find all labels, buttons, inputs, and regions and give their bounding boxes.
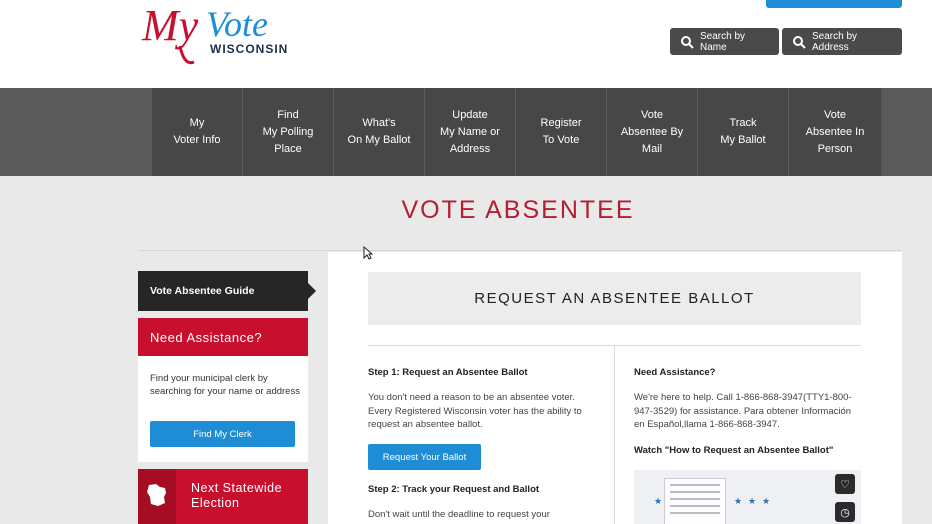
star-icon: ★ [654, 496, 663, 506]
clock-icon[interactable]: ◷ [835, 502, 855, 522]
heart-icon[interactable]: ♡ [835, 474, 855, 494]
ballot-image [664, 478, 726, 524]
sidebar-guide-label: Vote Absentee Guide [150, 285, 255, 297]
main-nav: My Voter Info Find My Polling Place What… [0, 88, 932, 176]
request-your-ballot-button[interactable]: Request Your Ballot [368, 444, 481, 470]
help-text: We're here to help. Call 1-866-868-3947(… [634, 392, 852, 430]
find-my-clerk-button[interactable]: Find My Clerk [150, 421, 295, 447]
video-title: Watch "How to Request an Absentee Ballot… [634, 445, 834, 456]
search-icon [680, 35, 694, 49]
next-election-label: Next Statewide Election [191, 481, 283, 510]
nav-my-voter-info[interactable]: My Voter Info [152, 88, 243, 176]
star-icon: ★ [748, 496, 757, 506]
sidebar-assistance-text: Find your municipal clerk by searching f… [150, 373, 300, 397]
nav-whats-on-my-ballot[interactable]: What's On My Ballot [334, 88, 425, 176]
top-blue-tab[interactable] [766, 0, 902, 8]
search-by-name-button[interactable]: Search by Name [670, 28, 779, 55]
search-icon [792, 35, 806, 49]
step1-title: Step 1: Request an Absentee Ballot [368, 367, 528, 378]
nav-vote-absentee-by-mail[interactable]: Vote Absentee By Mail [607, 88, 698, 176]
star-icon: ★ [734, 496, 743, 506]
search-by-address-label: Search by Address [812, 30, 858, 53]
nav-find-polling-place[interactable]: Find My Polling Place [243, 88, 334, 176]
search-by-address-button[interactable]: Search by Address [782, 28, 902, 55]
myvote-wisconsin-logo[interactable]: My Vote WISCONSIN [140, 0, 300, 70]
sidebar-next-election[interactable]: Next Statewide Election [138, 469, 308, 524]
logo-state-text: WISCONSIN [210, 42, 289, 56]
nav-register-to-vote[interactable]: Register To Vote [516, 88, 607, 176]
column-divider [614, 346, 615, 524]
site-header: My Vote WISCONSIN Search by Name Search … [0, 0, 932, 88]
nav-track-my-ballot[interactable]: Track My Ballot [698, 88, 789, 176]
logo-graphic: My Vote [141, 1, 268, 65]
wisconsin-map-icon [138, 469, 176, 524]
step1-text: You don't need a reason to be an absente… [368, 392, 582, 430]
step2-text: Don't wait until the deadline to request… [368, 509, 550, 520]
sidebar-need-assistance-header: Need Assistance? [138, 318, 308, 356]
page-title: VOTE ABSENTEE [401, 196, 635, 224]
star-icon: ★ [762, 496, 771, 506]
sidebar-vote-absentee-guide[interactable]: Vote Absentee Guide [138, 271, 316, 311]
svg-text:My: My [141, 1, 199, 50]
step2-title: Step 2: Track your Request and Ballot [368, 484, 540, 495]
nav-vote-absentee-in-person[interactable]: Vote Absentee In Person [789, 88, 881, 176]
main-content: REQUEST AN ABSENTEE BALLOT Step 1: Reque… [328, 252, 902, 524]
section-heading: REQUEST AN ABSENTEE BALLOT [368, 272, 861, 325]
active-arrow-icon [308, 283, 316, 299]
nav-update-name-address[interactable]: Update My Name or Address [425, 88, 516, 176]
help-title: Need Assistance? [634, 367, 716, 378]
svg-text:Vote: Vote [206, 4, 268, 44]
search-by-name-label: Search by Name [700, 30, 746, 53]
title-divider [138, 250, 901, 251]
mouse-cursor-icon [363, 246, 373, 260]
video-player[interactable]: ★ ★ ★ ★ ♡ ◷ [634, 470, 861, 524]
sidebar-assistance-box: Find your municipal clerk by searching f… [138, 356, 308, 462]
